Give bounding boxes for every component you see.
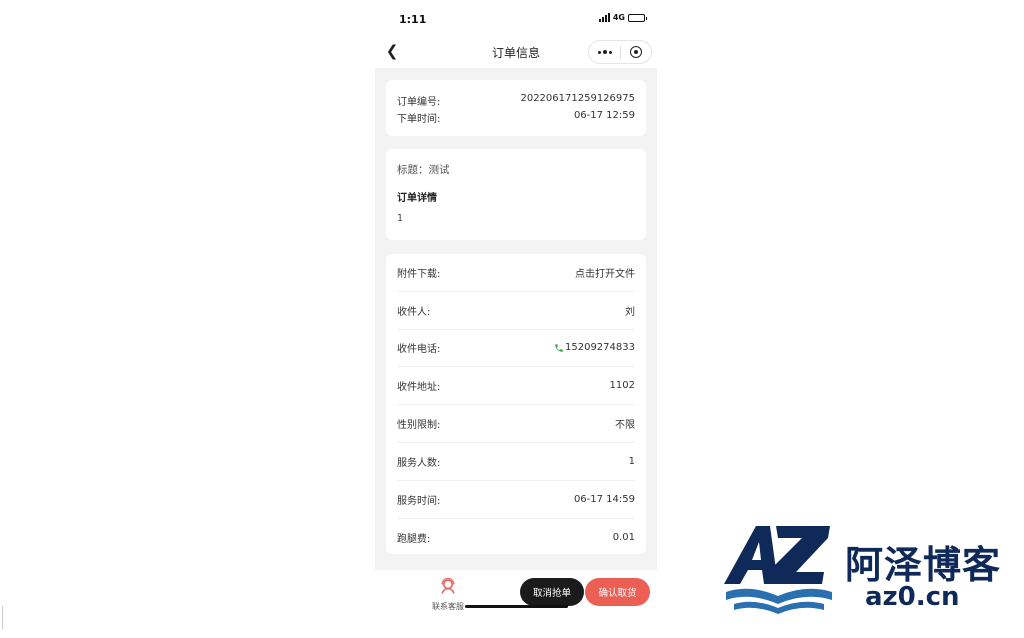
open-file-link[interactable]: 点击打开文件 xyxy=(575,265,635,280)
watermark-title: 阿泽博客 xyxy=(845,543,1002,587)
phone-icon xyxy=(554,343,564,353)
recipient-phone-link[interactable]: 15209274833 xyxy=(554,342,635,353)
service-time-value: 06-17 14:59 xyxy=(573,493,635,505)
close-miniprogram-button[interactable] xyxy=(621,41,651,63)
signal-icon xyxy=(598,13,610,22)
customer-service-icon xyxy=(441,577,455,594)
confirm-pickup-button[interactable]: 确认取货 xyxy=(585,578,650,606)
order-number-value: 202206171259126975 xyxy=(520,93,635,104)
status-indicators: 4G xyxy=(598,13,647,22)
order-time-value: 06-17 12:59 xyxy=(573,110,635,121)
recipient-phone-value: 15209274833 xyxy=(565,342,635,354)
errand-fee-label: 跑腿费: xyxy=(397,533,431,545)
errand-fee-value: 0.01 xyxy=(612,531,635,543)
service-time-label: 服务时间: xyxy=(397,495,441,507)
attachment-row: 附件下载: 点击打开文件 xyxy=(397,254,635,292)
cancel-grab-button[interactable]: 取消抢单 xyxy=(520,578,584,606)
order-number-label: 订单编号: xyxy=(397,97,441,108)
more-options-icon[interactable] xyxy=(589,41,620,63)
gender-limit-value: 不限 xyxy=(615,420,635,432)
gender-limit-row: 性别限制: 不限 xyxy=(397,405,635,443)
watermark-url: az0.cn xyxy=(865,582,960,612)
edge-mark xyxy=(2,606,3,630)
order-details-body: 1 xyxy=(397,213,404,224)
order-number-row: 订单编号: 202206171259126975 xyxy=(397,93,635,108)
home-indicator[interactable] xyxy=(465,605,568,608)
logo-text: AZ xyxy=(720,520,722,521)
phone-screen: 1:11 4G ❮ 订单信息 订单编号: 202206171259126975 xyxy=(375,0,657,638)
recipient-label: 收件人: xyxy=(397,306,431,318)
address-row: 收件地址: 1102 xyxy=(397,367,635,406)
order-time-label: 下单时间: xyxy=(397,114,441,125)
recipient-value: 刘 xyxy=(625,306,635,318)
status-time: 1:11 xyxy=(399,13,427,26)
watermark: AZ 阿泽博客 az0.cn xyxy=(720,520,1000,620)
order-detail-list: 附件下载: 点击打开文件 收件人: 刘 收件电话: 15209274833 收件… xyxy=(386,254,646,554)
gender-limit-label: 性别限制: xyxy=(397,420,441,432)
order-time-row: 下单时间: 06-17 12:59 xyxy=(397,110,635,125)
service-time-row: 服务时间: 06-17 14:59 xyxy=(397,481,635,519)
order-title: 标题：测试 xyxy=(397,164,450,176)
attachment-label: 附件下载: xyxy=(397,268,441,280)
service-count-label: 服务人数: xyxy=(397,457,441,469)
target-icon xyxy=(629,46,642,58)
order-info-card: 标题：测试 订单详情 1 xyxy=(386,149,646,240)
battery-icon xyxy=(628,13,647,22)
network-label: 4G xyxy=(612,13,625,22)
service-count-row: 服务人数: 1 xyxy=(397,443,635,481)
az-logo: AZ xyxy=(720,520,832,614)
bottom-action-bar: 联系客服 取消抢单 确认取货 xyxy=(375,570,657,638)
status-bar: 1:11 4G xyxy=(375,0,657,36)
address-value: 1102 xyxy=(609,380,635,392)
order-number-card: 订单编号: 202206171259126975 下单时间: 06-17 12:… xyxy=(386,80,646,136)
recipient-row: 收件人: 刘 xyxy=(397,292,635,330)
service-count-value: 1 xyxy=(628,455,635,467)
nav-bar: ❮ 订单信息 xyxy=(375,36,657,68)
address-label: 收件地址: xyxy=(397,382,441,394)
errand-fee-row: 跑腿费: 0.01 xyxy=(397,519,635,557)
order-content: 订单编号: 202206171259126975 下单时间: 06-17 12:… xyxy=(375,68,657,570)
recipient-phone-label: 收件电话: xyxy=(397,344,441,356)
recipient-phone-row: 收件电话: 15209274833 xyxy=(397,330,635,368)
order-details-heading: 订单详情 xyxy=(397,193,437,204)
mini-program-capsule xyxy=(588,40,652,64)
